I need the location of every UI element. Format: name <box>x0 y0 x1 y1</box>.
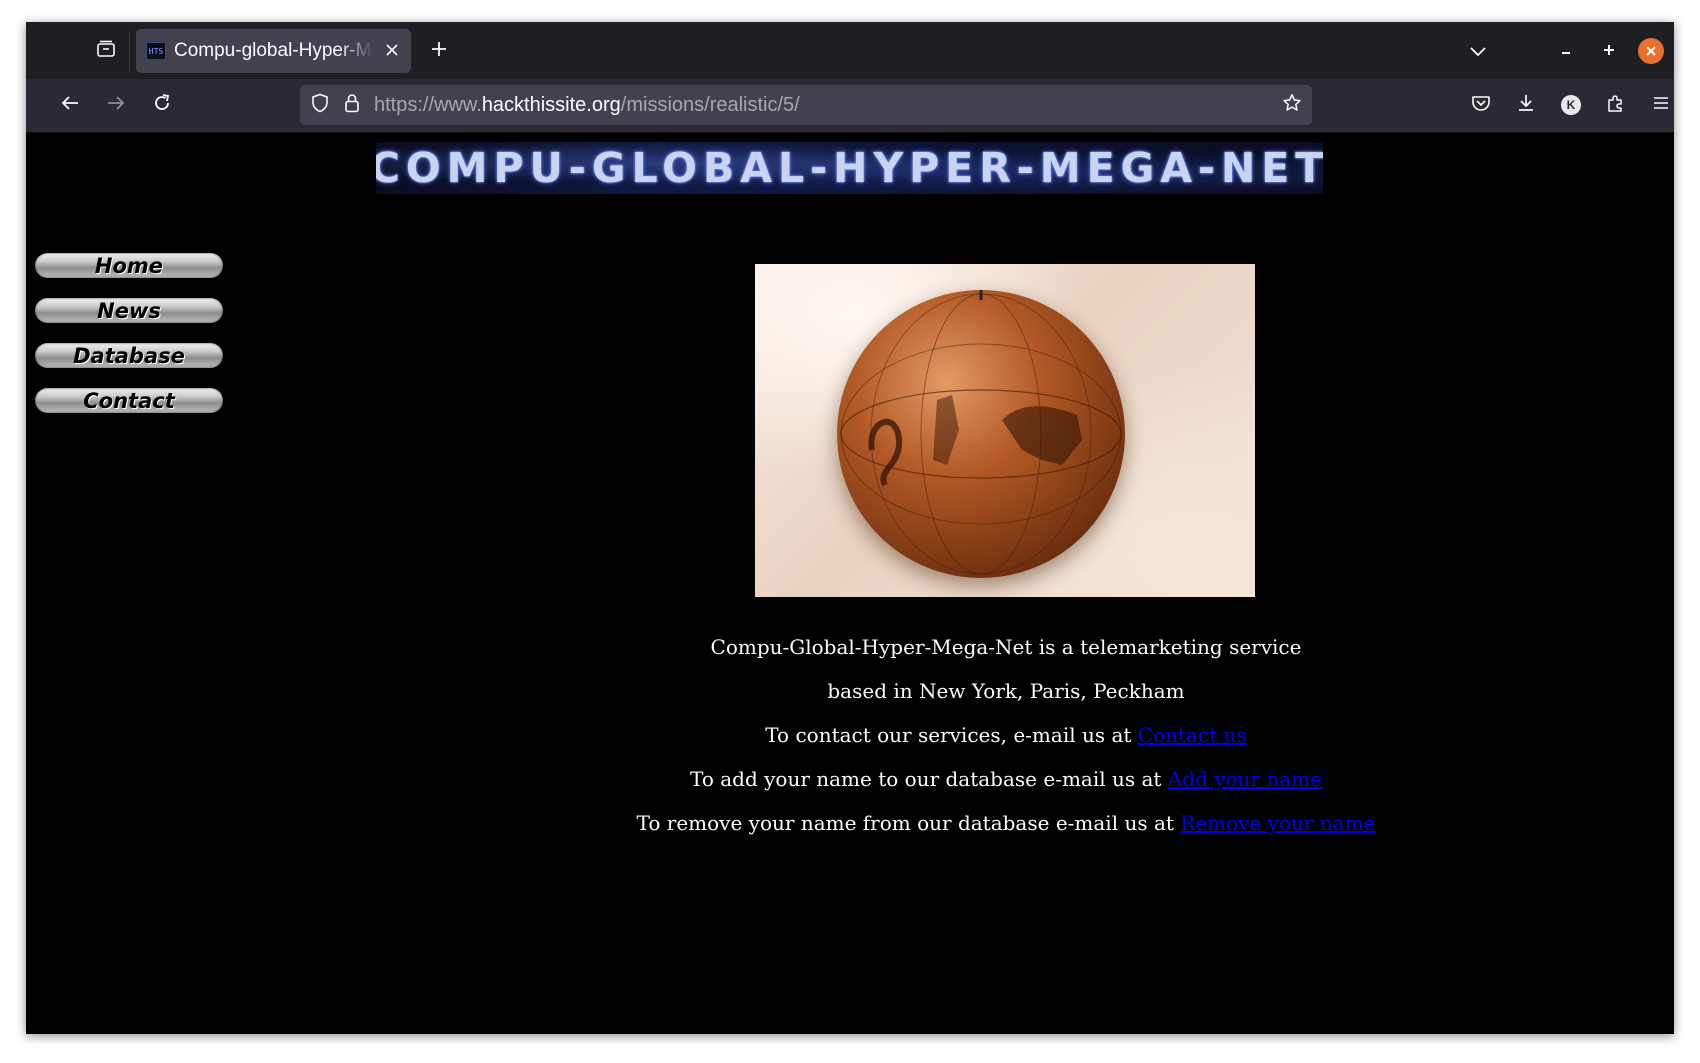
close-icon <box>1645 42 1657 61</box>
minimize-button[interactable] <box>1553 38 1579 64</box>
intro-text-block: Compu-Global-Hyper-Mega-Net is a telemar… <box>596 633 1416 853</box>
shield-icon <box>311 93 329 117</box>
tracking-protection-button[interactable] <box>308 93 332 117</box>
new-tab-button[interactable] <box>423 35 455 67</box>
nav-home-button[interactable]: Home <box>35 253 223 278</box>
back-button[interactable] <box>52 87 88 123</box>
remove-name-line: To remove your name from our database e-… <box>596 809 1416 853</box>
globe-photo <box>755 264 1255 597</box>
puzzle-icon <box>1606 93 1626 117</box>
reload-icon <box>152 93 172 117</box>
navigation-bar: https://www.hackthissite.org/missions/re… <box>26 79 1674 133</box>
folder-tabs-icon <box>96 40 116 62</box>
contact-line-text: To contact our services, e-mail us at <box>765 723 1138 747</box>
browser-window: HTS Compu-global-Hyper-Mega-Net <box>26 22 1674 1034</box>
minimize-icon <box>1559 42 1573 61</box>
intro-line-1: Compu-Global-Hyper-Mega-Net is a telemar… <box>710 635 1302 659</box>
url-path: /missions/realistic/5/ <box>620 94 800 116</box>
address-bar[interactable]: https://www.hackthissite.org/missions/re… <box>300 85 1312 125</box>
lock-icon <box>344 93 360 117</box>
tab-title: Compu-global-Hyper-Mega-Net <box>174 40 374 61</box>
extensions-button[interactable] <box>1598 87 1634 123</box>
pocket-icon <box>1471 94 1491 116</box>
maximize-button[interactable] <box>1596 38 1622 64</box>
tab-separator <box>129 31 130 71</box>
nav-contact-button[interactable]: Contact <box>35 388 223 413</box>
remove-name-line-text: To remove your name from our database e-… <box>636 811 1181 835</box>
arrow-left-icon <box>60 94 80 116</box>
close-window-button[interactable] <box>1638 38 1664 64</box>
close-tab-button[interactable] <box>381 40 403 62</box>
pocket-button[interactable] <box>1463 87 1499 123</box>
banner-text: COMPU-GLOBAL-HYPER-MEGA-NET <box>376 144 1323 192</box>
bookmark-button[interactable] <box>1280 93 1304 117</box>
arrow-right-icon <box>106 94 126 116</box>
app-menu-button[interactable] <box>1643 87 1674 123</box>
page-content: COMPU-GLOBAL-HYPER-MEGA-NET Home News Da… <box>26 133 1674 1034</box>
url-text[interactable]: https://www.hackthissite.org/missions/re… <box>374 85 800 125</box>
account-avatar: K <box>1561 95 1581 115</box>
plus-icon <box>430 40 448 62</box>
nav-news-button[interactable]: News <box>35 298 223 323</box>
hamburger-menu-icon <box>1652 95 1670 115</box>
add-name-line: To add your name to our database e-mail … <box>596 765 1416 809</box>
close-icon <box>385 42 399 61</box>
tab-list-button[interactable] <box>90 35 122 67</box>
remove-your-name-link[interactable]: Remove your name <box>1180 811 1375 835</box>
tab-bar: HTS Compu-global-Hyper-Mega-Net <box>26 22 1674 79</box>
add-your-name-link[interactable]: Add your name <box>1168 767 1322 791</box>
account-button[interactable]: K <box>1553 87 1589 123</box>
nav-database-button[interactable]: Database <box>35 343 223 368</box>
maximize-icon <box>1602 42 1616 61</box>
contact-line: To contact our services, e-mail us at Co… <box>596 721 1416 765</box>
download-icon <box>1516 93 1536 117</box>
site-banner: COMPU-GLOBAL-HYPER-MEGA-NET <box>376 142 1323 194</box>
tab-active[interactable]: HTS Compu-global-Hyper-Mega-Net <box>136 29 411 73</box>
list-all-tabs-button[interactable] <box>1462 35 1494 67</box>
site-info-button[interactable] <box>342 93 362 117</box>
add-name-line-text: To add your name to our database e-mail … <box>690 767 1168 791</box>
downloads-button[interactable] <box>1508 87 1544 123</box>
wooden-globe <box>837 290 1125 578</box>
reload-button[interactable] <box>144 87 180 123</box>
star-icon <box>1282 93 1302 117</box>
url-host: hackthissite.org <box>481 94 621 116</box>
intro-line-2: based in New York, Paris, Peckham <box>827 679 1185 703</box>
chevron-down-icon <box>1469 42 1487 61</box>
url-scheme: https://www. <box>374 94 482 116</box>
forward-button[interactable] <box>98 87 134 123</box>
site-favicon: HTS <box>146 42 166 60</box>
contact-us-link[interactable]: Contact us <box>1138 723 1247 747</box>
